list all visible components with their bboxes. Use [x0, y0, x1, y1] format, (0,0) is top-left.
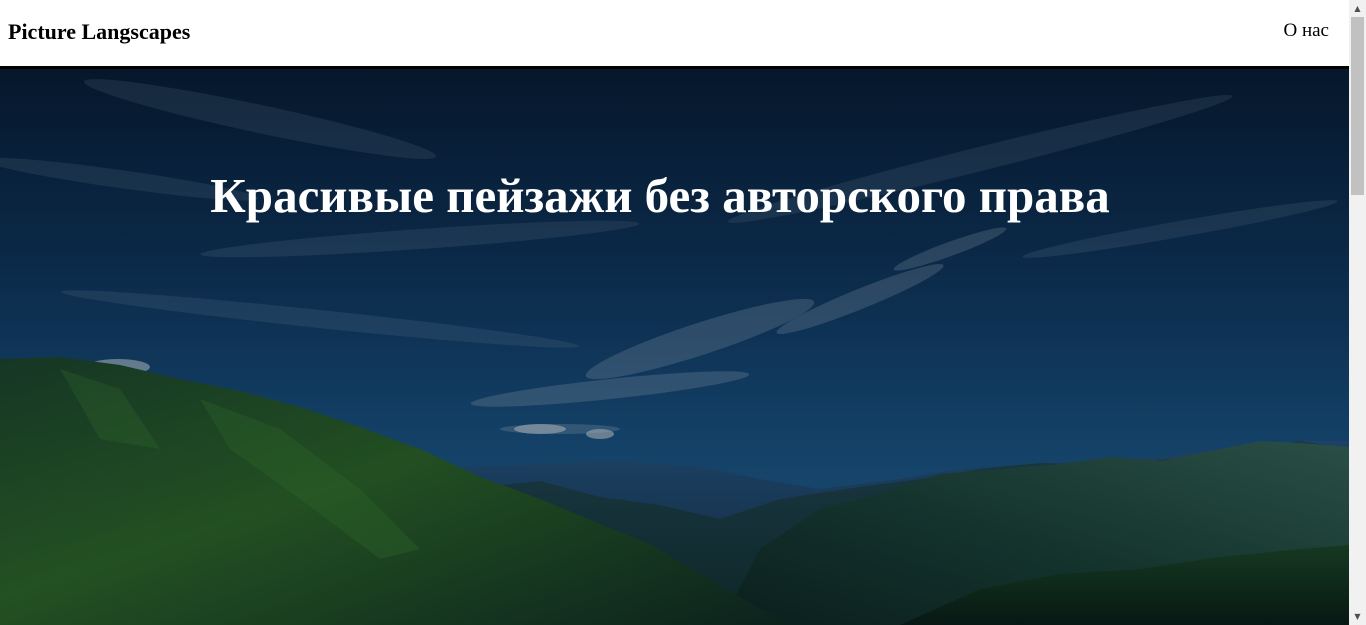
scroll-up-arrow-icon[interactable]: ▲ — [1349, 0, 1366, 17]
page: Picture Langscapes О нас Красивые пейзаж… — [0, 0, 1349, 625]
scroll-down-arrow-icon[interactable]: ▼ — [1349, 608, 1366, 625]
scrollbar-thumb[interactable] — [1351, 17, 1364, 195]
vertical-scrollbar[interactable]: ▲ ▼ — [1349, 0, 1366, 625]
hero-banner: Красивые пейзажи без авторского права — [0, 69, 1349, 625]
brand-logo-link[interactable]: Picture Langscapes — [8, 19, 190, 45]
hero-title: Красивые пейзажи без авторского права — [210, 168, 1110, 223]
nav-link-about[interactable]: О нас — [1283, 20, 1329, 42]
top-navbar: Picture Langscapes О нас — [0, 0, 1349, 69]
hero-landscape-image — [0, 69, 1349, 625]
